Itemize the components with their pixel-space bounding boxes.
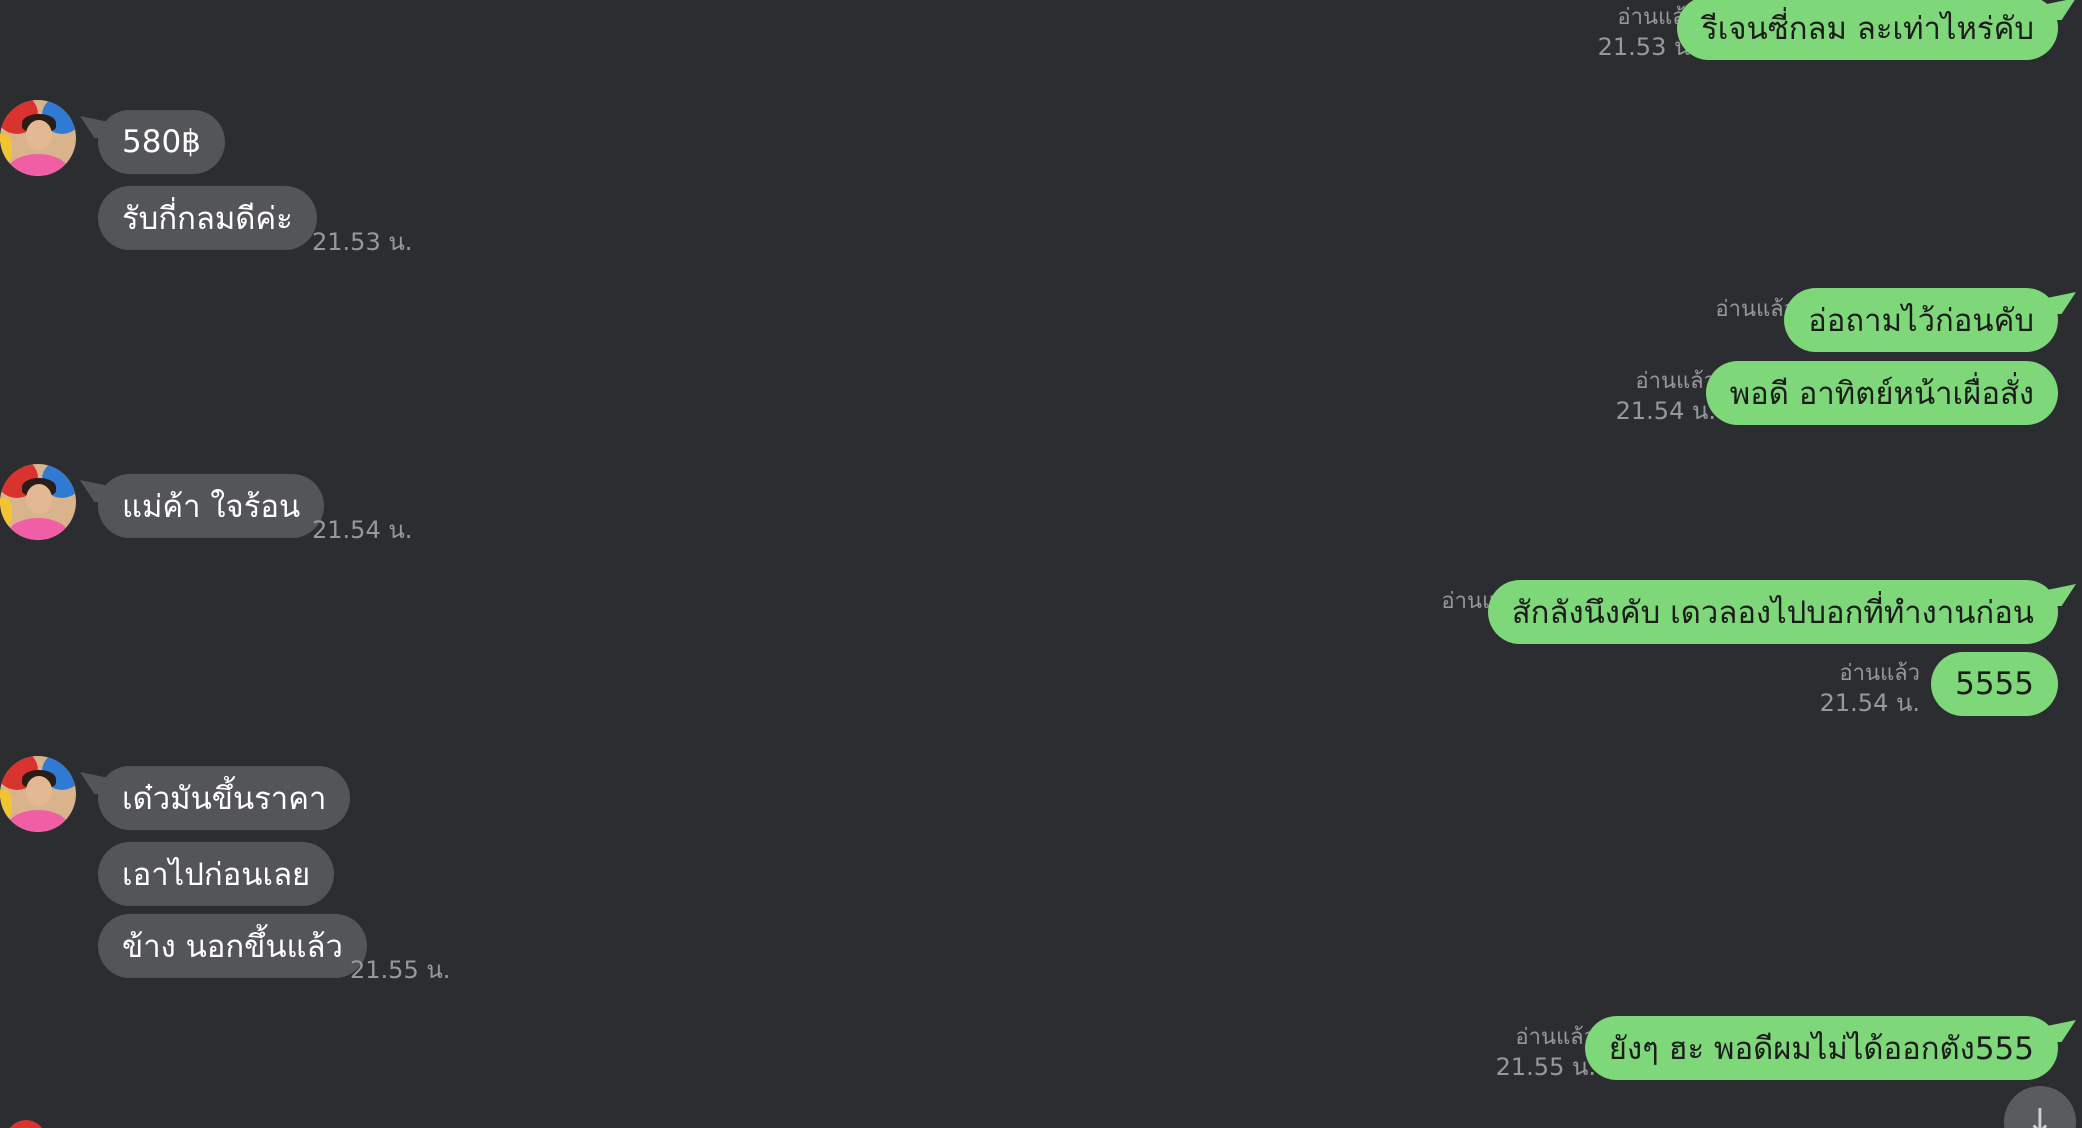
incoming-message[interactable]: เด๋วมันขึ้นราคา [98, 766, 351, 830]
incoming-message[interactable]: รับกี่กลมดีค่ะ [98, 186, 317, 250]
message-time: 21.54 น. [312, 516, 413, 544]
read-receipt: อ่านแล้ว [1635, 369, 1716, 394]
message-time: 21.54 น. [1819, 688, 1920, 717]
message-text: แม่ค้า ใจร้อน [122, 489, 301, 525]
outgoing-message[interactable]: อ่อถามไว้ก่อนคับ [1784, 288, 2058, 352]
outgoing-message[interactable]: รีเจนซี่กลม ละเท่าไหร่คับ [1677, 0, 2058, 60]
incoming-message[interactable]: 580฿ [98, 110, 225, 174]
read-receipt: อ่านแล้ว [1839, 661, 1920, 686]
incoming-message[interactable]: แม่ค้า ใจร้อน [98, 474, 325, 538]
outgoing-message[interactable]: สักลังนึงคับ เดวลองไปบอกที่ทำงานก่อน [1487, 580, 2058, 644]
message-meta: อ่านแล้ว 21.54 น. [1616, 368, 1716, 426]
outgoing-message[interactable]: 5555 [1931, 652, 2058, 716]
message-text: รีเจนซี่กลม ละเท่าไหร่คับ [1701, 11, 2034, 47]
message-time: 21.54 น. [1615, 396, 1716, 425]
outgoing-message[interactable]: พอดี อาทิตย์หน้าเผื่อสั่ง [1705, 361, 2058, 425]
message-time: 21.55 น. [350, 956, 451, 984]
message-time: 21.55 น. [1495, 1052, 1596, 1081]
contact-avatar[interactable] [0, 756, 76, 832]
scroll-to-bottom-button[interactable]: ↓ [2004, 1086, 2076, 1128]
message-text: เด๋วมันขึ้นราคา [122, 781, 327, 817]
message-text: พอดี อาทิตย์หน้าเผื่อสั่ง [1729, 376, 2034, 412]
chat-view[interactable]: อ่านแล้ว 21.53 น. รีเจนซี่กลม ละเท่าไหร่… [0, 0, 2082, 1128]
message-text: เอาไปก่อนเลย [122, 857, 311, 893]
contact-avatar[interactable] [6, 1120, 46, 1128]
contact-avatar[interactable] [0, 464, 76, 540]
contact-avatar[interactable] [0, 100, 76, 176]
message-text: 5555 [1955, 666, 2034, 702]
incoming-message[interactable]: เอาไปก่อนเลย [98, 842, 335, 906]
message-text: ข้าง นอกขึ้นแล้ว [122, 929, 343, 965]
message-text: รับกี่กลมดีค่ะ [122, 201, 293, 237]
outgoing-message[interactable]: ยังๆ ฮะ พอดีผมไม่ได้ออกตัง555 [1584, 1016, 2058, 1080]
message-text: ยังๆ ฮะ พอดีผมไม่ได้ออกตัง555 [1608, 1031, 2034, 1067]
message-time: 21.53 น. [312, 228, 413, 256]
message-text: สักลังนึงคับ เดวลองไปบอกที่ทำงานก่อน [1511, 595, 2034, 631]
read-receipt: อ่านแล้ว [1515, 1025, 1596, 1050]
arrow-down-icon: ↓ [2025, 1102, 2055, 1128]
incoming-message[interactable]: ข้าง นอกขึ้นแล้ว [98, 914, 367, 978]
message-text: 580฿ [122, 124, 201, 160]
message-meta: อ่านแล้ว 21.54 น. [1820, 660, 1920, 718]
message-meta: อ่านแล้ว 21.55 น. [1496, 1024, 1596, 1082]
message-text: อ่อถามไว้ก่อนคับ [1808, 303, 2034, 339]
